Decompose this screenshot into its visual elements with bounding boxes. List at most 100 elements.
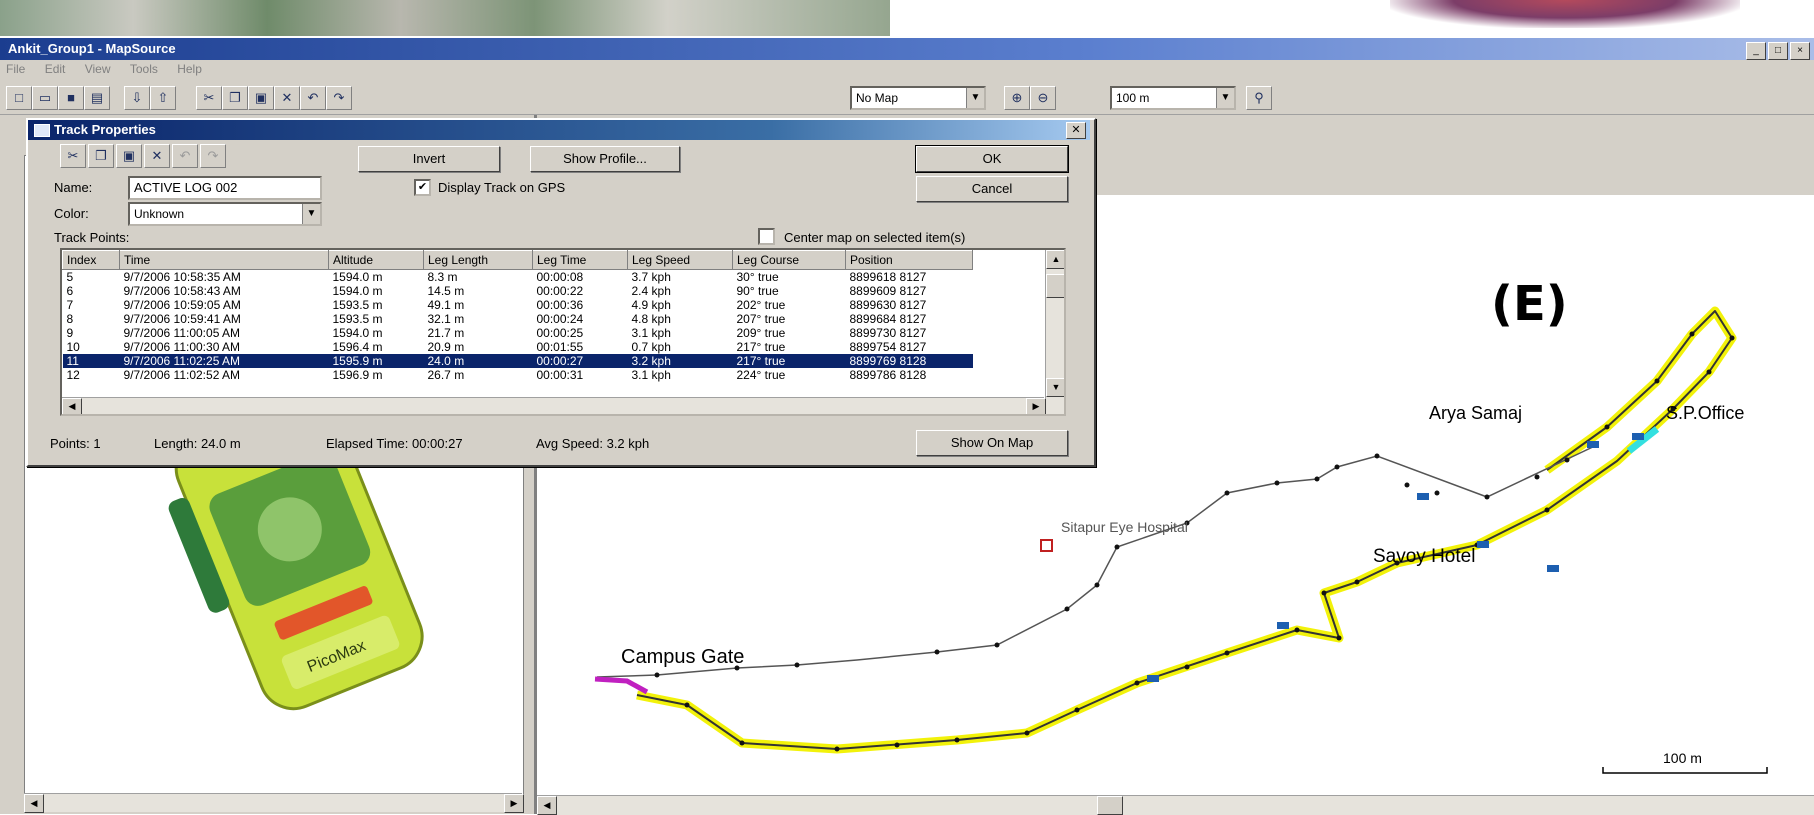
cell-altitude: 1594.0 m bbox=[332, 284, 383, 298]
delete-icon[interactable]: ✕ bbox=[144, 144, 170, 168]
chevron-down-icon[interactable]: ▼ bbox=[302, 204, 320, 224]
copy-icon[interactable]: ❐ bbox=[88, 144, 114, 168]
campus-gate-label: Campus Gate bbox=[621, 646, 744, 668]
scroll-left-icon[interactable]: ◀ bbox=[537, 796, 557, 815]
magenta-segment[interactable] bbox=[594, 676, 649, 695]
undo-icon[interactable]: ↶ bbox=[300, 86, 326, 110]
zoom-out-icon[interactable]: ⊖ bbox=[1030, 86, 1056, 110]
cut-icon[interactable]: ✂ bbox=[196, 86, 222, 110]
col-index[interactable]: Index bbox=[62, 250, 120, 270]
cell-leg-length: 21.7 m bbox=[427, 326, 465, 340]
show-profile-button[interactable]: Show Profile... bbox=[530, 146, 680, 172]
table-row[interactable]: 12 9/7/2006 11:02:52 AM 1596.9 m 26.7 m 00:0… bbox=[63, 368, 973, 382]
map-select-value: No Map bbox=[856, 91, 899, 105]
col-leg-length[interactable]: Leg Length bbox=[423, 250, 533, 270]
invert-button[interactable]: Invert bbox=[358, 146, 500, 172]
cell-altitude: 1593.5 m bbox=[332, 312, 383, 326]
maximize-button[interactable]: □ bbox=[1768, 42, 1788, 60]
zoom-select[interactable]: 100 m ▼ bbox=[1110, 86, 1236, 110]
map-select[interactable]: No Map ▼ bbox=[850, 86, 986, 110]
scroll-up-icon[interactable]: ▲ bbox=[1046, 250, 1064, 269]
background-photo-left bbox=[0, 0, 890, 36]
cancel-button[interactable]: Cancel bbox=[916, 176, 1068, 202]
scroll-thumb[interactable] bbox=[1097, 796, 1123, 815]
menu-file[interactable]: File bbox=[0, 60, 35, 76]
cell-leg-time: 00:00:25 bbox=[536, 326, 584, 340]
minimize-button[interactable]: _ bbox=[1746, 42, 1766, 60]
col-altitude[interactable]: Altitude bbox=[328, 250, 424, 270]
dialog-app-icon bbox=[34, 124, 50, 137]
table-row[interactable]: 5 9/7/2006 10:58:35 AM 1594.0 m 8.3 m 00:00:… bbox=[63, 270, 973, 284]
color-select[interactable]: Unknown ▼ bbox=[128, 202, 322, 226]
dialog-titlebar[interactable]: Track Properties ✕ bbox=[28, 120, 1090, 140]
cut-icon[interactable]: ✂ bbox=[60, 144, 86, 168]
scroll-down-icon[interactable]: ▼ bbox=[1046, 378, 1064, 397]
map-horizontal-scrollbar[interactable]: ◀ bbox=[537, 795, 1814, 815]
scroll-right-icon[interactable]: ▶ bbox=[504, 794, 524, 813]
delete-icon[interactable]: ✕ bbox=[274, 86, 300, 110]
col-leg-time[interactable]: Leg Time bbox=[532, 250, 628, 270]
cell-leg-time: 00:00:24 bbox=[536, 312, 584, 326]
find-icon[interactable]: ⚲ bbox=[1246, 86, 1272, 110]
cell-altitude: 1596.9 m bbox=[332, 368, 383, 382]
cell-time: 9/7/2006 10:59:05 AM bbox=[123, 298, 241, 312]
cell-position: 8899754 8127 bbox=[849, 340, 927, 354]
hospital-marker[interactable] bbox=[1040, 539, 1053, 552]
col-leg-course[interactable]: Leg Course bbox=[732, 250, 846, 270]
scroll-thumb[interactable] bbox=[1046, 274, 1064, 298]
left-horizontal-scrollbar[interactable]: ◀ ▶ bbox=[24, 793, 524, 813]
dialog-close-button[interactable]: ✕ bbox=[1066, 122, 1086, 139]
cell-leg-length: 8.3 m bbox=[427, 270, 458, 284]
cell-leg-course: 30° true bbox=[736, 270, 779, 284]
table-row[interactable]: 10 9/7/2006 11:00:30 AM 1596.4 m 20.9 m 00:0… bbox=[63, 340, 973, 354]
copy-icon[interactable]: ❐ bbox=[222, 86, 248, 110]
name-field[interactable]: ACTIVE LOG 002 bbox=[128, 176, 322, 200]
col-position[interactable]: Position bbox=[845, 250, 973, 270]
menu-help[interactable]: Help bbox=[171, 60, 212, 76]
cell-leg-length: 20.9 m bbox=[427, 340, 465, 354]
table-row[interactable]: 8 9/7/2006 10:59:41 AM 1593.5 m 32.1 m 00:00… bbox=[63, 312, 973, 326]
redo-icon[interactable]: ↷ bbox=[200, 144, 226, 168]
scroll-left-icon[interactable]: ◀ bbox=[24, 794, 44, 813]
paste-icon[interactable]: ▣ bbox=[248, 86, 274, 110]
table-row[interactable]: 9 9/7/2006 11:00:05 AM 1594.0 m 21.7 m 00:00… bbox=[63, 326, 973, 340]
menu-tools[interactable]: Tools bbox=[124, 60, 168, 76]
display-track-checkbox[interactable]: ✔ bbox=[414, 179, 431, 196]
cell-leg-course: 90° true bbox=[736, 284, 779, 298]
new-icon[interactable]: □ bbox=[6, 86, 32, 110]
window-titlebar[interactable]: Ankit_Group1 - MapSource _ □ × bbox=[0, 38, 1814, 60]
send-icon[interactable]: ⇧ bbox=[150, 86, 176, 110]
points-count: Points: 1 bbox=[50, 436, 101, 451]
undo-icon[interactable]: ↶ bbox=[172, 144, 198, 168]
zoom-in-icon[interactable]: ⊕ bbox=[1004, 86, 1030, 110]
close-button[interactable]: × bbox=[1790, 42, 1810, 60]
print-icon[interactable]: ▤ bbox=[84, 86, 110, 110]
col-leg-speed[interactable]: Leg Speed bbox=[627, 250, 733, 270]
cell-leg-speed: 2.4 kph bbox=[631, 284, 671, 298]
redo-icon[interactable]: ↷ bbox=[326, 86, 352, 110]
open-icon[interactable]: ▭ bbox=[32, 86, 58, 110]
center-map-checkbox[interactable] bbox=[758, 228, 775, 245]
paste-icon[interactable]: ▣ bbox=[116, 144, 142, 168]
show-on-map-button[interactable]: Show On Map bbox=[916, 430, 1068, 456]
col-time[interactable]: Time bbox=[119, 250, 329, 270]
photo-strip bbox=[0, 0, 1814, 40]
ok-button[interactable]: OK bbox=[915, 145, 1069, 173]
table-row[interactable]: 7 9/7/2006 10:59:05 AM 1593.5 m 49.1 m 00:00… bbox=[63, 298, 973, 312]
track-properties-dialog: Track Properties ✕ ✂ ❐ ▣ ✕ ↶ ↷ Invert Sh… bbox=[26, 118, 1096, 467]
chevron-down-icon[interactable]: ▼ bbox=[1216, 88, 1234, 108]
menu-view[interactable]: View bbox=[79, 60, 121, 76]
table-row[interactable]: 6 9/7/2006 10:58:43 AM 1594.0 m 14.5 m 00:00… bbox=[63, 284, 973, 298]
table-horizontal-scrollbar[interactable]: ◀ ▶ bbox=[62, 397, 1046, 414]
save-icon[interactable]: ■ bbox=[58, 86, 84, 110]
scroll-right-icon[interactable]: ▶ bbox=[1026, 398, 1046, 414]
menu-edit[interactable]: Edit bbox=[39, 60, 76, 76]
cell-leg-length: 32.1 m bbox=[427, 312, 465, 326]
receive-icon[interactable]: ⇩ bbox=[124, 86, 150, 110]
cell-leg-course: 224° true bbox=[736, 368, 786, 382]
track-points-table[interactable]: Index Time Altitude Leg Length Leg Time … bbox=[60, 248, 1066, 416]
table-row[interactable]: 11 9/7/2006 11:02:25 AM 1595.9 m 24.0 m 00:0… bbox=[62, 354, 973, 368]
scroll-left-icon[interactable]: ◀ bbox=[62, 398, 82, 414]
chevron-down-icon[interactable]: ▼ bbox=[966, 88, 984, 108]
table-vertical-scrollbar[interactable]: ▲ ▼ bbox=[1045, 250, 1064, 414]
